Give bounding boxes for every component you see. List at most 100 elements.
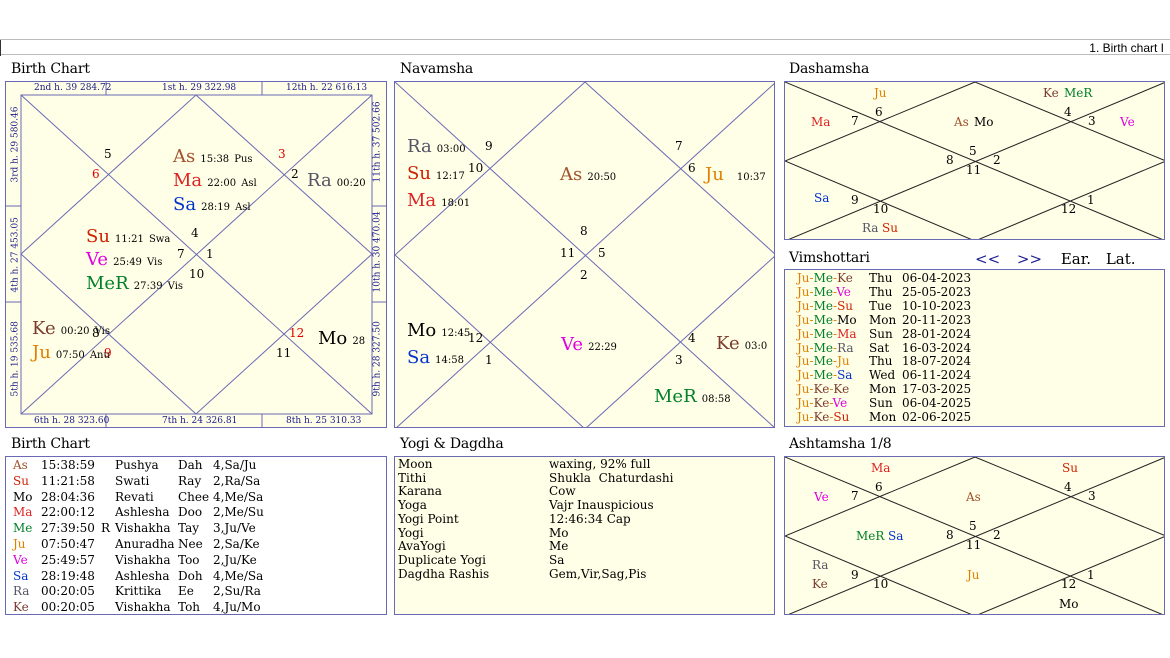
dasha-lord: Sa — [837, 368, 853, 383]
dasha-row[interactable]: Ju-Me-Su Tue 10-10-2023 — [797, 299, 971, 314]
planet-mer[interactable]: MeR 27:39 Vis — [86, 275, 183, 293]
planet-su[interactable]: Su — [1062, 462, 1078, 474]
planet-ju[interactable]: Ju — [874, 87, 887, 99]
earlier-button[interactable]: Ear. — [1061, 250, 1091, 268]
planet-ra[interactable]: Ra — [812, 559, 828, 571]
planet-as[interactable]: As 15:38 Pus — [173, 148, 253, 166]
planet-deg-cell: 00:20:05 — [41, 584, 95, 599]
planet-ke[interactable]: Ke — [1043, 87, 1059, 99]
planet-mo[interactable]: Mo 12:45 — [407, 322, 470, 340]
yogi-key: Yogi — [398, 525, 424, 540]
planet-su[interactable]: Su — [882, 222, 898, 234]
yogi-panel[interactable]: Moon waxing, 92% full Tithi Shukla Chaturda… — [394, 456, 775, 615]
planet-ma[interactable]: Ma 22:00 Asl — [173, 172, 257, 190]
planet-ju[interactable]: Ju 10:37 — [705, 166, 766, 184]
planet-row[interactable]: Ma 22:00:12 Ashlesha Doo 2,Me/Su — [13, 505, 273, 521]
dasha-row[interactable]: Ju-Me-Sa Wed 06-11-2024 — [797, 368, 971, 383]
planet-ke[interactable]: Ke 03:0 — [716, 335, 767, 353]
planet-sa[interactable]: Sa — [888, 530, 903, 542]
planet-row[interactable]: Ve 25:49:57 Vishakha Too 2,Ju/Ke — [13, 553, 273, 569]
planet-ke[interactable]: Ke — [812, 578, 828, 590]
planet-su[interactable]: Su 11:21 Swa — [86, 228, 170, 246]
planet-su[interactable]: Su 12:17 — [407, 165, 465, 183]
planet-sa[interactable]: Sa 14:58 — [407, 349, 464, 367]
yogi-row: Karana Cow — [398, 485, 673, 499]
dasha-row[interactable]: Ju-Ke-Ve Sun 06-04-2025 — [797, 396, 971, 411]
dasha-row[interactable]: Ju-Me-Ra Sat 16-03-2024 — [797, 341, 971, 356]
planet-mo[interactable]: Mo — [1059, 598, 1079, 610]
planet-mer[interactable]: MeR 08:58 — [654, 388, 731, 406]
planet-p-cell: Ma — [13, 505, 33, 520]
planet-pada-cell: 3,Ju/Ve — [213, 521, 256, 536]
planet-nak-cell: Vishakha — [115, 600, 171, 615]
planet-nak-cell: Pushya — [115, 458, 159, 472]
vimshottari-panel[interactable]: Ju-Me-Ke Thu 06-04-2023 Ju-Me-Ve Thu 25-05-20… — [784, 269, 1165, 427]
ashtamsha-panel[interactable]: 6 7 4 3 5 8 2 11 9 10 12 1 Ma Su Ve As M… — [784, 456, 1165, 615]
house-number: 5 — [969, 144, 977, 158]
next-button[interactable]: >> — [1017, 250, 1042, 268]
planet-mer[interactable]: MeR — [856, 530, 884, 542]
house-number: 10 — [873, 577, 889, 591]
planet-ra[interactable]: Ra 03:00 — [407, 138, 466, 156]
prev-button[interactable]: << — [975, 250, 1000, 268]
dasha-date: 17-03-2025 — [902, 382, 972, 397]
planet-as[interactable]: As — [966, 491, 981, 503]
planet-ma[interactable]: Ma — [811, 116, 830, 128]
house-number: 7 — [851, 114, 859, 128]
dasha-row[interactable]: Ju-Me-Ke Thu 06-04-2023 — [797, 271, 971, 286]
dashamsha-panel[interactable]: 6 7 4 3 5 8 2 11 9 10 12 1 Ju Ke MeR Ma … — [784, 81, 1165, 240]
planet-nak-cell: Krittika — [115, 584, 162, 599]
planet-ma[interactable]: Ma — [871, 462, 890, 474]
planet-ra[interactable]: Ra — [862, 222, 878, 234]
planet-ve[interactable]: Ve 22:29 — [561, 336, 617, 354]
house-number: 7 — [675, 139, 683, 153]
planet-as[interactable]: As — [954, 116, 969, 128]
house-number: 1 — [1087, 568, 1095, 582]
house-number: 7 — [177, 247, 185, 261]
later-button[interactable]: Lat. — [1106, 250, 1136, 268]
planet-ra[interactable]: Ra 00:20 — [307, 172, 366, 190]
dasha-row[interactable]: Ju-Me-Ve Thu 25-05-2023 — [797, 285, 971, 300]
edge-10th-house: 10th h. 30 470.04 — [372, 211, 383, 293]
planet-mo[interactable]: Mo — [974, 116, 994, 128]
tab-divider — [0, 40, 1, 56]
planet-row[interactable]: Me 27:39:50 R Vishakha Tay 3,Ju/Ve — [13, 521, 273, 537]
planet-row[interactable]: As 15:38:59 Pushya Dah 4,Sa/Ju — [13, 458, 273, 474]
house-number: 11 — [966, 538, 982, 552]
dasha-lords: Ju-Me-Ke — [797, 271, 853, 285]
planet-p-cell: Su — [13, 473, 29, 488]
planet-ve[interactable]: Ve — [814, 491, 829, 503]
planet-ma[interactable]: Ma 18:01 — [407, 192, 470, 210]
planet-as[interactable]: As 20:50 — [560, 166, 616, 184]
dasha-row[interactable]: Ju-Me-Ju Thu 18-07-2024 — [797, 354, 971, 369]
planet-ke[interactable]: Ke 00:20 Vis — [32, 320, 110, 338]
dasha-day: Wed — [869, 368, 896, 383]
dasha-row[interactable]: Ju-Me-Mo Mon 20-11-2023 — [797, 313, 971, 328]
planet-row[interactable]: Su 11:21:58 Swati Ray 2,Ra/Sa — [13, 474, 273, 490]
planet-mo[interactable]: Mo 28 — [318, 330, 365, 348]
planet-row[interactable]: Sa 28:19:48 Ashlesha Doh 4,Me/Sa — [13, 569, 273, 585]
house-number: 6 — [688, 161, 696, 175]
planet-row[interactable]: Ju 07:50:47 Anuradha Nee 2,Sa/Ke — [13, 537, 273, 553]
planet-mer[interactable]: MeR — [1064, 87, 1092, 99]
yogi-key: Moon — [398, 457, 433, 471]
planet-row[interactable]: Ra 00:20:05 Krittika Ee 2,Su/Ra — [13, 584, 273, 600]
birth-table-panel[interactable]: As 15:38:59 Pushya Dah 4,Sa/Ju Su 11:21:58 Swat… — [5, 456, 387, 615]
planet-row[interactable]: Mo 28:04:36 Revati Chee 4,Me/Sa — [13, 490, 273, 506]
planet-sa[interactable]: Sa 28:19 Asl — [173, 196, 251, 214]
planet-ve[interactable]: Ve — [1120, 116, 1135, 128]
navamsha-panel[interactable]: 9 10 7 6 8 11 5 2 12 1 4 3 Ra 03:00 Su 1… — [394, 81, 775, 428]
planet-ju[interactable]: Ju — [967, 569, 980, 581]
planet-ju[interactable]: Ju 07:50 Anu — [32, 344, 110, 362]
planet-ve[interactable]: Ve 25:49 Vis — [86, 251, 162, 269]
dasha-row[interactable]: Ju-Ke-Ke Mon 17-03-2025 — [797, 382, 972, 397]
house-number: 11 — [560, 246, 576, 260]
planet-sa[interactable]: Sa — [814, 192, 829, 204]
birth-chart-panel[interactable]: 2nd h. 39 284.72 1st h. 29 322.98 12th h… — [5, 81, 387, 428]
dasha-row[interactable]: Ju-Ke-Su Mon 02-06-2025 — [797, 410, 971, 425]
planet-row[interactable]: Ke 00:20:05 Vishakha Toh 4,Ju/Mo — [13, 600, 273, 615]
dasha-row[interactable]: Ju-Me-Ma Sun 28-01-2024 — [797, 327, 971, 342]
tab-birth-chart[interactable]: 1. Birth chart I — [1089, 41, 1164, 55]
planet-syl-cell: Doo — [178, 505, 203, 520]
planet-r-cell — [101, 474, 115, 490]
